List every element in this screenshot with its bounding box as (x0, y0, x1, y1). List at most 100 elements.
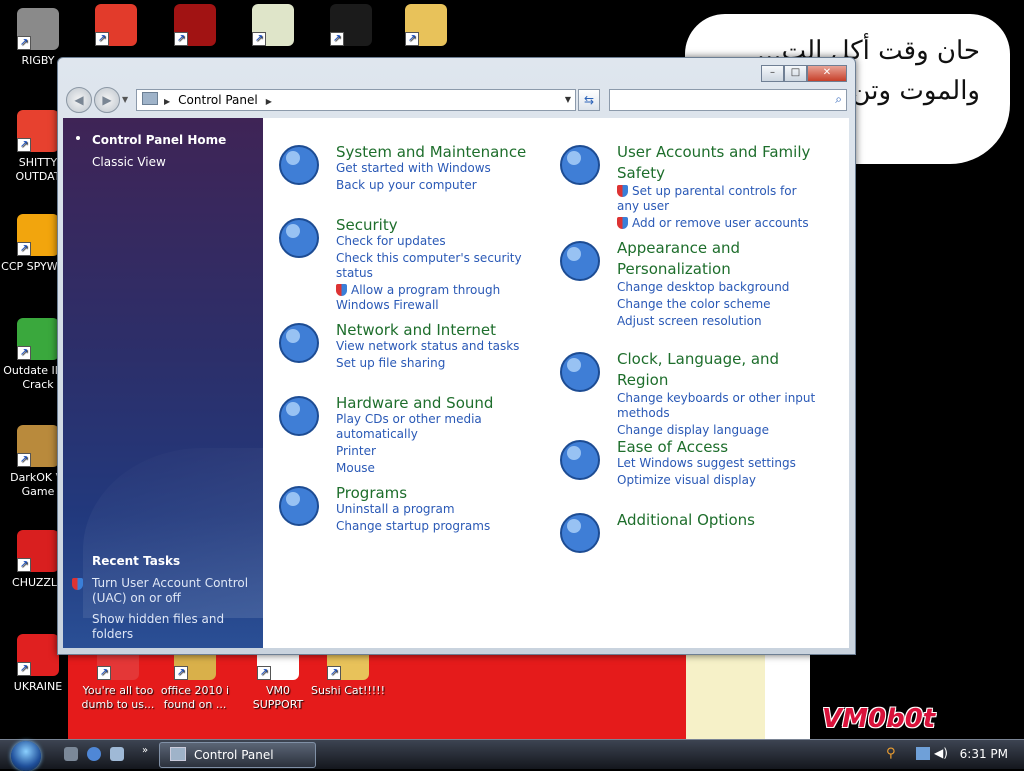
category-link[interactable]: Change keyboards or other input methods (617, 391, 822, 421)
category-title[interactable]: User Accounts and Family Safety (617, 142, 832, 184)
top-1-desktop-icon[interactable]: ↗ (157, 4, 233, 50)
category-link[interactable]: Uninstall a program (336, 502, 455, 516)
category-link[interactable]: Change the color scheme (617, 297, 771, 311)
security-shield-icon[interactable] (276, 215, 322, 261)
category-link-label[interactable]: Change display language (617, 423, 769, 437)
category-link-label[interactable]: Get started with Windows (336, 161, 491, 175)
category-link-label[interactable]: Printer (336, 444, 376, 458)
category-link[interactable]: View network status and tasks (336, 339, 519, 353)
category-title[interactable]: Security (336, 215, 551, 236)
top-2-desktop-icon[interactable]: ↗ (235, 4, 311, 50)
category-link-label[interactable]: Set up file sharing (336, 356, 445, 370)
category-link-label[interactable]: Play CDs or other media automatically (336, 412, 482, 441)
category-link[interactable]: Adjust screen resolution (617, 314, 762, 328)
control-panel-window[interactable]: – □ ✕ ◀ ▶ ▼ ▶ Control Panel ▶ ▼ ⇆ ⌕ Contro… (57, 57, 856, 655)
maximize-button[interactable]: □ (784, 65, 807, 82)
category-link[interactable]: Mouse (336, 461, 375, 475)
category-link[interactable]: Let Windows suggest settings (617, 456, 796, 470)
start-button[interactable] (11, 741, 41, 771)
uac-shield-icon (617, 185, 628, 197)
recent-pages-icon[interactable]: ▼ (122, 95, 128, 104)
breadcrumb-control-panel[interactable]: Control Panel (178, 93, 258, 107)
quicklaunch-more-icon[interactable]: » (142, 745, 148, 756)
forward-button[interactable]: ▶ (94, 87, 120, 113)
category-link-label[interactable]: Set up parental controls for any user (617, 184, 797, 213)
network-globe-icon[interactable] (276, 320, 322, 366)
close-button[interactable]: ✕ (807, 65, 847, 82)
category-link-label[interactable]: Add or remove user accounts (632, 216, 809, 230)
category-title[interactable]: Programs (336, 483, 551, 504)
category-title[interactable]: Additional Options (617, 510, 832, 531)
quicklaunch-ie-icon[interactable] (87, 747, 101, 761)
top-4-desktop-icon[interactable]: ↗ (388, 4, 464, 50)
search-tray-icon[interactable]: ⚲ (886, 746, 896, 761)
minimize-button[interactable]: – (761, 65, 784, 82)
category-link[interactable]: Back up your computer (336, 178, 477, 192)
appearance-monitor-icon[interactable] (557, 238, 603, 284)
category-link[interactable]: Change display language (617, 423, 769, 437)
clock[interactable]: 6:31 PM (960, 740, 1008, 769)
system-maintenance-icon[interactable] (276, 142, 322, 188)
taskbar-control-panel[interactable]: Control Panel (159, 742, 316, 768)
category-link-label[interactable]: Uninstall a program (336, 502, 455, 516)
category-title[interactable]: Clock, Language, and Region (617, 349, 832, 391)
network-tray-icon[interactable] (916, 747, 930, 760)
category-link-label[interactable]: Mouse (336, 461, 375, 475)
category-title[interactable]: Hardware and Sound (336, 393, 551, 414)
quicklaunch-switch-windows-icon[interactable] (110, 747, 124, 761)
printer-icon[interactable] (276, 393, 322, 439)
category-link-label[interactable]: Allow a program through Windows Firewall (336, 283, 500, 312)
category-title[interactable]: Network and Internet (336, 320, 551, 341)
category-link-label[interactable]: Adjust screen resolution (617, 314, 762, 328)
volume-tray-icon[interactable]: ◀) (934, 746, 948, 760)
category-title[interactable]: System and Maintenance (336, 142, 551, 163)
search-icon[interactable]: ⌕ (835, 92, 842, 107)
system-tray: ⚲ ◀) 6:31 PM (884, 740, 1024, 769)
category-link[interactable]: Set up file sharing (336, 356, 445, 370)
sidebar-classic-view[interactable]: Classic View (92, 155, 166, 169)
category-link[interactable]: Check for updates (336, 234, 446, 248)
category-link-label[interactable]: Change startup programs (336, 519, 490, 533)
user-accounts-icon[interactable] (557, 142, 603, 188)
category-link[interactable]: Change desktop background (617, 280, 789, 294)
category-link[interactable]: Check this computer's security status (336, 251, 541, 281)
recent-task-uac-label[interactable]: Turn User Account Control (UAC) on or of… (92, 576, 248, 605)
address-dropdown-icon[interactable]: ▼ (565, 90, 571, 110)
category-link-label[interactable]: Optimize visual display (617, 473, 756, 487)
category-link-label[interactable]: Change desktop background (617, 280, 789, 294)
category-link-label[interactable]: Check for updates (336, 234, 446, 248)
recent-task-uac[interactable]: Turn User Account Control (UAC) on or of… (72, 576, 257, 606)
category-link-label[interactable]: Let Windows suggest settings (617, 456, 796, 470)
category-title[interactable]: Appearance and Personalization (617, 238, 832, 280)
checklist-icon[interactable] (557, 510, 603, 556)
category-title[interactable]: Ease of Access (617, 437, 832, 458)
recent-tasks-heading: Recent Tasks (92, 554, 181, 568)
category-link[interactable]: Optimize visual display (617, 473, 756, 487)
programs-box-icon[interactable] (276, 483, 322, 529)
quicklaunch-desktop-icon[interactable] (64, 747, 78, 761)
category-link[interactable]: Change startup programs (336, 519, 490, 533)
recent-task-hidden-files[interactable]: Show hidden files and folders (92, 612, 257, 642)
clock-globe-icon[interactable] (557, 349, 603, 395)
category-link[interactable]: Set up parental controls for any user (617, 184, 822, 214)
top-0-desktop-icon[interactable]: ↗ (78, 4, 154, 50)
category-link-label[interactable]: View network status and tasks (336, 339, 519, 353)
address-bar[interactable]: ▶ Control Panel ▶ ▼ (136, 89, 576, 111)
category-link[interactable]: Add or remove user accounts (617, 216, 809, 230)
search-box[interactable]: ⌕ (609, 89, 847, 111)
ease-of-access-icon[interactable] (557, 437, 603, 483)
category-link-label[interactable]: Change the color scheme (617, 297, 771, 311)
category-link-label[interactable]: Change keyboards or other input methods (617, 391, 815, 420)
category-link-label[interactable]: Back up your computer (336, 178, 477, 192)
category-link[interactable]: Play CDs or other media automatically (336, 412, 541, 442)
breadcrumb-arrow-icon[interactable]: ▶ (266, 97, 272, 106)
sidebar-control-panel-home[interactable]: Control Panel Home (92, 133, 226, 147)
back-button[interactable]: ◀ (66, 87, 92, 113)
top-3-desktop-icon[interactable]: ↗ (313, 4, 389, 50)
breadcrumb-arrow-icon[interactable]: ▶ (164, 97, 170, 106)
category-link[interactable]: Get started with Windows (336, 161, 491, 175)
category-link[interactable]: Allow a program through Windows Firewall (336, 283, 541, 313)
category-link-label[interactable]: Check this computer's security status (336, 251, 522, 280)
category-link[interactable]: Printer (336, 444, 376, 458)
refresh-button[interactable]: ⇆ (578, 89, 600, 111)
